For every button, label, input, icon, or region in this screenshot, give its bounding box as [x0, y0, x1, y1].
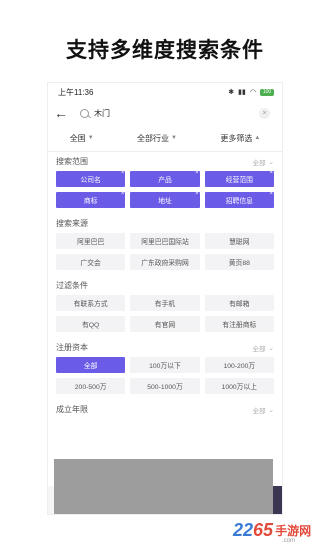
filter-chip[interactable]: 有官网: [130, 316, 200, 332]
chevron-down-icon: ⌄: [268, 406, 274, 414]
close-icon: ×: [120, 170, 125, 176]
section-title: 搜索范围: [56, 157, 88, 166]
battery-icon: 100: [260, 88, 274, 96]
capital-chip[interactable]: 100-200万: [204, 357, 274, 373]
search-query: 木门: [94, 108, 110, 118]
signal-icon: ▮▮: [238, 89, 246, 96]
status-icons: ✱ ▮▮ ◠ 100: [228, 88, 274, 96]
scope-chip[interactable]: 产品 ×: [130, 170, 200, 187]
more-filters-dropdown[interactable]: 更多筛选 ▲: [220, 133, 260, 144]
close-icon: ×: [195, 170, 199, 176]
chevron-down-icon: ▼: [171, 135, 177, 141]
section-all-toggle[interactable]: 全部 ⌄: [253, 405, 274, 415]
section-title: 搜索来源: [56, 219, 88, 228]
clear-icon[interactable]: ×: [259, 107, 270, 119]
filter-chip[interactable]: 有邮箱: [204, 295, 274, 311]
promo-headline: 支持多维度搜索条件: [66, 39, 264, 62]
section-capital: 注册资本 全部 ⌄ 全部 100万以下 100-200万 200-500万 500…: [48, 338, 282, 400]
search-row: ← 木门 ×: [48, 101, 282, 125]
filter-bar: 全国 ▼ 全部行业 ▼ 更多筛选 ▲: [48, 125, 282, 152]
source-chip[interactable]: 广东政府采购网: [130, 254, 200, 270]
capital-chip[interactable]: 全部: [56, 357, 126, 373]
site-logo: 2265 手游网: [233, 520, 312, 540]
status-bar: 上午11:36 ✱ ▮▮ ◠ 100: [48, 83, 282, 101]
close-icon: ×: [269, 170, 273, 176]
filter-chip[interactable]: 有联系方式: [56, 295, 126, 311]
section-source: 搜索来源 阿里巴巴 阿里巴巴国际站 慧聪网 广交会 广东政府采购网 黄页88: [48, 214, 282, 276]
chevron-down-icon: ⌄: [268, 344, 274, 352]
source-chip[interactable]: 慧聪网: [204, 233, 274, 249]
close-icon: ×: [269, 191, 273, 197]
bluetooth-icon: ✱: [228, 89, 235, 96]
scope-chip[interactable]: 招聘信息 ×: [204, 191, 274, 208]
capital-chip[interactable]: 500-1000万: [130, 378, 200, 394]
back-arrow-icon[interactable]: ←: [54, 105, 68, 121]
region-dropdown[interactable]: 全国 ▼: [70, 133, 94, 144]
section-title: 成立年限: [56, 405, 88, 414]
scope-chip[interactable]: 地址 ×: [130, 191, 200, 208]
phone-screen: 上午11:36 ✱ ▮▮ ◠ 100 ← 木门 × 全国 ▼ 全部行业 ▼ 更多筛选…: [47, 82, 283, 515]
chevron-down-icon: ⌄: [268, 158, 274, 166]
section-all-toggle[interactable]: 全部 ⌄: [253, 343, 274, 353]
capital-chip[interactable]: 200-500万: [56, 378, 126, 394]
section-all-toggle[interactable]: 全部 ⌄: [253, 157, 274, 167]
capital-chip[interactable]: 100万以下: [130, 357, 200, 373]
section-filter: 过滤条件 有联系方式 有手机 有邮箱 有QQ 有官网 有注册商标: [48, 276, 282, 338]
filter-chip[interactable]: 有QQ: [56, 316, 126, 332]
section-founded: 成立年限 全部 ⌄: [48, 400, 282, 419]
scope-chip[interactable]: 商标 ×: [56, 191, 126, 208]
chevron-down-icon: ▼: [87, 135, 94, 141]
source-chip[interactable]: 黄页88: [204, 254, 274, 270]
search-icon: [80, 108, 89, 118]
section-title: 注册资本: [56, 343, 88, 352]
capital-chip[interactable]: 1000万以上: [204, 378, 274, 394]
source-chip[interactable]: 阿里巴巴国际站: [130, 233, 200, 249]
source-chip[interactable]: 阿里巴巴: [56, 233, 126, 249]
filter-chip[interactable]: 有手机: [130, 295, 200, 311]
industry-dropdown[interactable]: 全部行业 ▼: [137, 133, 177, 144]
status-time: 上午11:36: [58, 87, 94, 97]
source-chip[interactable]: 广交会: [56, 254, 126, 270]
section-scope: 搜索范围 全部 ⌄ 公司名 × 产品 × 经营范围 × 商标 × 地址 × 招聘信息 ×: [48, 152, 282, 214]
scope-chip[interactable]: 公司名 ×: [56, 170, 126, 187]
section-title: 过滤条件: [56, 281, 88, 290]
chevron-up-icon: ▲: [254, 135, 261, 141]
close-icon: ×: [120, 191, 125, 197]
wifi-icon: ◠: [249, 89, 256, 96]
filter-chip[interactable]: 有注册商标: [204, 316, 274, 332]
search-input[interactable]: 木门 ×: [74, 104, 276, 122]
logo-subtext: .com: [282, 538, 296, 544]
close-icon: ×: [195, 191, 199, 197]
scope-chip[interactable]: 经营范围 ×: [204, 170, 274, 187]
gray-overlay: [54, 459, 273, 514]
